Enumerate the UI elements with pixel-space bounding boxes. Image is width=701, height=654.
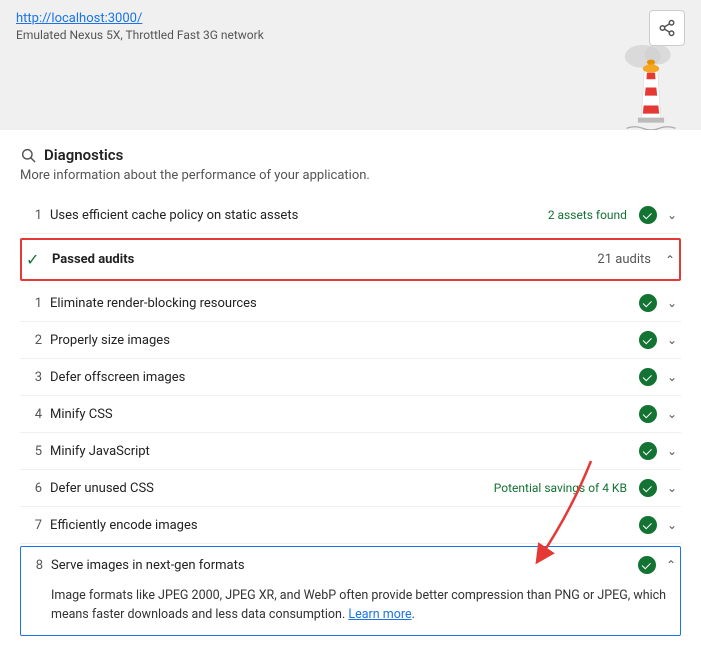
- diagnostics-desc: More information about the performance o…: [20, 168, 681, 183]
- audit-label-8: Serve images in next-gen formats: [51, 558, 630, 573]
- header-url[interactable]: http://localhost:3000/: [16, 11, 142, 26]
- header-subtitle: Emulated Nexus 5X, Throttled Fast 3G net…: [16, 28, 685, 42]
- audit-check-1: [639, 294, 657, 312]
- main-content: Diagnostics More information about the p…: [0, 130, 701, 654]
- diagnostics-header: Diagnostics: [20, 146, 681, 164]
- audit-number-1: 1: [24, 296, 42, 311]
- audit-check-2: [639, 331, 657, 349]
- audit-number-4: 4: [24, 407, 42, 422]
- audit-number-2: 2: [24, 333, 42, 348]
- audit-learn-more-8[interactable]: Learn more: [348, 607, 411, 622]
- audit-label-3: Defer offscreen images: [50, 370, 631, 385]
- audit-label-1: Eliminate render-blocking resources: [50, 296, 631, 311]
- static-assets-label: Uses efficient cache policy on static as…: [50, 208, 540, 223]
- static-assets-check: [639, 206, 657, 224]
- audit-chevron-5[interactable]: ⌄: [667, 444, 677, 458]
- audit-check-6: [639, 479, 657, 497]
- header-area: http://localhost:3000/ Emulated Nexus 5X…: [0, 0, 701, 130]
- audit-number-5: 5: [24, 444, 42, 459]
- audit-row-8-container: 8 Serve images in next-gen formats ⌃ Ima…: [20, 546, 681, 636]
- audit-label-6: Defer unused CSS: [50, 481, 486, 496]
- audit-chevron-8[interactable]: ⌃: [666, 558, 676, 572]
- audit-chevron-2[interactable]: ⌄: [667, 333, 677, 347]
- audit-number-3: 3: [24, 370, 42, 385]
- audit-list: 1 Eliminate render-blocking resources ⌄ …: [20, 285, 681, 636]
- audit-row-3: 3 Defer offscreen images ⌄: [20, 359, 681, 396]
- passed-audits-row[interactable]: ✓ Passed audits 21 audits ⌃: [20, 238, 681, 281]
- share-icon: [658, 19, 676, 37]
- audit-check-5: [639, 442, 657, 460]
- audit-check-4: [639, 405, 657, 423]
- audit-check-8: [638, 556, 656, 574]
- diagnostics-title: Diagnostics: [44, 146, 123, 164]
- audit-row-4: 4 Minify CSS ⌄: [20, 396, 681, 433]
- static-assets-number: 1: [24, 208, 42, 223]
- audit-label-2: Properly size images: [50, 333, 631, 348]
- audit-check-7: [639, 516, 657, 534]
- passed-audits-chevron[interactable]: ⌃: [665, 253, 675, 267]
- lighthouse-logo: [621, 40, 681, 130]
- passed-audits-label: Passed audits: [52, 252, 589, 267]
- audit-number-8: 8: [25, 558, 43, 573]
- audit-label-4: Minify CSS: [50, 407, 631, 422]
- static-assets-row: 1 Uses efficient cache policy on static …: [20, 197, 681, 234]
- audit-row-8: 8 Serve images in next-gen formats ⌃ Ima…: [20, 546, 681, 636]
- audit-row-2: 2 Properly size images ⌄: [20, 322, 681, 359]
- diagnostics-icon: [20, 147, 36, 163]
- audit-label-5: Minify JavaScript: [50, 444, 631, 459]
- static-assets-chevron[interactable]: ⌄: [667, 208, 677, 222]
- audit-row-7: 7 Efficiently encode images ⌄: [20, 507, 681, 544]
- audit-row-1: 1 Eliminate render-blocking resources ⌄: [20, 285, 681, 322]
- audit-row-5: 5 Minify JavaScript ⌄: [20, 433, 681, 470]
- audit-label-7: Efficiently encode images: [50, 518, 631, 533]
- audit-row-8-top: 8 Serve images in next-gen formats ⌃: [21, 547, 680, 583]
- passed-audits-count: 21 audits: [597, 252, 651, 267]
- audit-chevron-4[interactable]: ⌄: [667, 407, 677, 421]
- audit-row-6: 6 Defer unused CSS Potential savings of …: [20, 470, 681, 507]
- audit-check-3: [639, 368, 657, 386]
- passed-audits-checkmark: ✓: [26, 250, 44, 269]
- audit-chevron-6[interactable]: ⌄: [667, 481, 677, 495]
- audit-chevron-3[interactable]: ⌄: [667, 370, 677, 384]
- audit-expanded-desc-8: Image formats like JPEG 2000, JPEG XR, a…: [21, 583, 680, 635]
- audit-meta-6: Potential savings of 4 KB: [494, 481, 627, 495]
- audit-number-6: 6: [24, 481, 42, 496]
- audit-chevron-1[interactable]: ⌄: [667, 296, 677, 310]
- audit-number-7: 7: [24, 518, 42, 533]
- static-assets-meta: 2 assets found: [548, 208, 627, 222]
- audit-chevron-7[interactable]: ⌄: [667, 518, 677, 532]
